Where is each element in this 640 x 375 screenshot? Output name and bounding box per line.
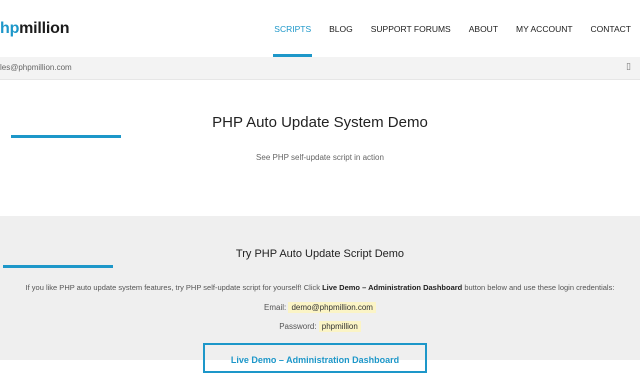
nav-scripts[interactable]: SCRIPTS <box>265 0 320 57</box>
demo-intro-before: If you like PHP auto update system featu… <box>25 283 323 292</box>
demo-section: Try PHP Auto Update Script Demo If you l… <box>0 216 640 373</box>
contact-email-link[interactable]: les@phpmillion.com <box>0 63 72 72</box>
demo-accent-line <box>3 265 113 268</box>
password-label: Password: <box>279 322 317 331</box>
nav-my-account[interactable]: MY ACCOUNT <box>507 0 582 57</box>
email-value: demo@phpmillion.com <box>288 302 376 313</box>
menu-toggle-icon[interactable]: ▯ <box>626 61 631 72</box>
site-logo[interactable]: hpmillion <box>0 20 70 38</box>
nav-support-forums[interactable]: SUPPORT FORUMS <box>362 0 460 57</box>
logo-text: million <box>19 20 70 37</box>
live-demo-button[interactable]: Live Demo – Administration Dashboard <box>203 343 427 373</box>
main-nav: SCRIPTS BLOG SUPPORT FORUMS ABOUT MY ACC… <box>265 0 640 57</box>
page-subtitle: See PHP self-update script in action <box>256 153 384 162</box>
password-value: phpmillion <box>318 321 361 332</box>
demo-title: Try PHP Auto Update Script Demo <box>235 248 405 260</box>
top-info-bar: les@phpmillion.com ▯ <box>0 57 640 80</box>
page-title: PHP Auto Update System Demo <box>212 114 428 131</box>
demo-intro-bold: Live Demo – Administration Dashboard <box>322 283 463 292</box>
hero-accent-line <box>11 135 121 138</box>
email-label: Email: <box>264 303 287 312</box>
demo-intro: If you like PHP auto update system featu… <box>0 283 640 292</box>
nav-blog[interactable]: BLOG <box>320 0 362 57</box>
hero-section: PHP Auto Update System Demo See PHP self… <box>0 80 640 216</box>
demo-email-row: Email: demo@phpmillion.com <box>0 302 640 313</box>
logo-accent: hp <box>0 20 20 37</box>
nav-contact[interactable]: CONTACT <box>582 0 640 57</box>
demo-password-row: Password: phpmillion <box>0 321 640 332</box>
demo-intro-after: button below and use these login credent… <box>462 283 615 292</box>
nav-about[interactable]: ABOUT <box>460 0 507 57</box>
site-header: hpmillion SCRIPTS BLOG SUPPORT FORUMS AB… <box>0 0 640 58</box>
